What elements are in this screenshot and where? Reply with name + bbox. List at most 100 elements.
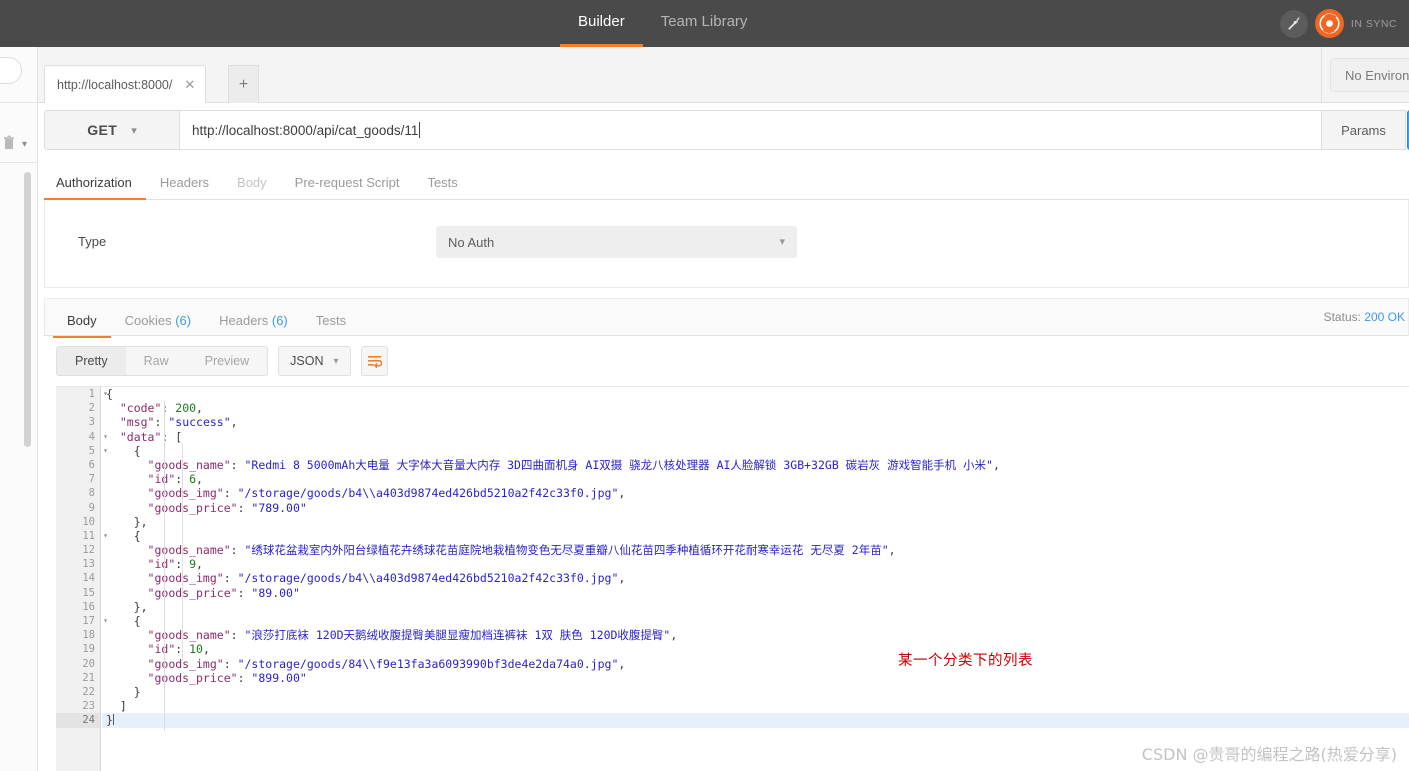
code-line: "msg": "success", <box>102 415 1409 429</box>
code-token: "goods_img" <box>147 486 224 501</box>
chevron-down-icon[interactable]: ▾ <box>22 139 27 150</box>
code-line: "goods_name": "浪莎打底袜 120D天鹅绒收腹提臀美腿显瘦加档连裤… <box>102 628 1409 642</box>
code-token: "code" <box>119 401 162 416</box>
code-token: "goods_price" <box>147 500 238 515</box>
line-number: 24 <box>56 713 100 728</box>
trash-icon[interactable] <box>2 135 16 151</box>
code-token: , <box>618 656 626 671</box>
request-tab-body[interactable]: Body <box>223 175 281 199</box>
close-icon[interactable]: ✕ <box>184 78 195 91</box>
url-input[interactable]: http://localhost:8000/api/cat_goods/11 <box>180 110 1322 150</box>
response-format-label: JSON <box>290 354 324 368</box>
word-wrap-icon[interactable] <box>360 346 388 376</box>
divider <box>1321 47 1322 103</box>
code-line: }, <box>102 515 1409 529</box>
view-mode-raw[interactable]: Raw <box>126 347 187 375</box>
view-mode-label: Raw <box>143 354 169 368</box>
satellite-dish-icon[interactable] <box>1279 9 1308 38</box>
line-number: 6 <box>88 458 95 471</box>
params-button[interactable]: Params <box>1322 110 1406 150</box>
chevron-down-icon: ▾ <box>131 124 137 137</box>
code-area[interactable]: { "code": 200, "msg": "success", "data":… <box>102 387 1409 771</box>
annotation-text: 某一个分类下的列表 <box>898 653 1033 669</box>
view-mode-label: Preview <box>204 354 250 368</box>
status-badge: Status: 200 OK <box>1324 310 1405 324</box>
code-token: "绣球花盆栽室内外阳台绿植花卉绣球花苗庭院地栽植物变色无尽夏重瓣八仙花苗四季种植… <box>244 543 889 558</box>
line-number: 2 <box>88 402 95 415</box>
code-token: : <box>223 571 238 586</box>
request-tab-label: Headers <box>159 175 210 190</box>
code-line: "goods_price": "789.00" <box>102 501 1409 515</box>
code-token: "goods_price" <box>147 585 238 600</box>
request-tab-headers[interactable]: Headers <box>146 175 223 199</box>
line-number: 22 <box>82 685 95 698</box>
code-line: "data": [ <box>102 430 1409 444</box>
auth-type-select[interactable]: No Auth ▾ <box>436 226 797 258</box>
top-nav-item-builder[interactable]: Builder <box>560 0 643 47</box>
code-token: { <box>106 387 113 401</box>
code-token: { <box>106 443 141 458</box>
request-tab[interactable]: http://localhost:8000/ ✕ <box>44 65 207 103</box>
environment-selector[interactable]: No Environment <box>1330 58 1409 92</box>
line-number: 16 <box>82 600 95 613</box>
postman-sync-icon[interactable] <box>1314 9 1344 38</box>
request-tab-authorization[interactable]: Authorization <box>44 175 146 200</box>
app-top-bar: Builder Team Library IN SYNC <box>0 0 1409 47</box>
response-tab-headers[interactable]: Headers (6) <box>205 313 302 337</box>
request-tab-pre-request-script[interactable]: Pre-request Script <box>281 175 414 199</box>
view-mode-pretty[interactable]: Pretty <box>57 347 126 375</box>
sync-status-area: IN SYNC <box>1279 0 1397 47</box>
code-line: "code": 200, <box>102 401 1409 415</box>
code-token: "/storage/goods/84\\f9e13fa3a6093990bf3d… <box>237 656 619 671</box>
code-token: : <box>223 486 238 501</box>
request-tab-tests[interactable]: Tests <box>413 175 471 199</box>
response-tab-tests[interactable]: Tests <box>302 313 360 337</box>
divider <box>0 102 37 103</box>
response-format-select[interactable]: JSON ▾ <box>278 346 351 376</box>
code-token: 6 <box>189 472 197 487</box>
response-tab-label: Cookies <box>124 313 172 328</box>
response-tab-count: (6) <box>171 313 192 328</box>
text-caret <box>419 122 421 138</box>
code-token: 9 <box>189 557 197 572</box>
line-number: 10 <box>82 515 95 528</box>
code-line: "goods_img": "/storage/goods/b4\\a403d98… <box>102 571 1409 585</box>
code-token: , <box>618 571 626 586</box>
new-tab-button[interactable]: + <box>228 65 259 103</box>
code-token: "msg" <box>119 415 155 430</box>
code-line: { <box>102 614 1409 628</box>
response-tab-body[interactable]: Body <box>53 313 111 338</box>
code-token: "id" <box>147 557 176 572</box>
sidebar-scrollbar[interactable] <box>24 172 31 447</box>
code-token: "goods_price" <box>147 670 238 685</box>
top-nav-item-team-library[interactable]: Team Library <box>643 0 766 47</box>
environment-label: No Environment <box>1345 67 1409 83</box>
response-tab-bar: Body Cookies (6) Headers (6) Tests Status: … <box>44 298 1409 338</box>
view-mode-preview[interactable]: Preview <box>187 347 267 375</box>
code-line: }, <box>102 600 1409 614</box>
search-input[interactable] <box>0 57 22 84</box>
code-line: ] <box>102 699 1409 713</box>
response-body-editor[interactable]: 1 ▾ 2 3 4 ▾ 5 ▾ 6 7 8 9 10 11 ▾ 12 13 14 15 16 17 ▾ 18 19 20 21 22… <box>56 386 1409 771</box>
line-number: 1 ▾ <box>88 388 108 400</box>
response-tabs: Body Cookies (6) Headers (6) Tests <box>53 299 360 338</box>
code-token: , <box>196 401 203 416</box>
line-number: 5 ▾ <box>88 444 108 457</box>
line-number: 11 ▾ <box>82 529 108 542</box>
http-method-selector[interactable]: GET ▾ <box>44 110 180 150</box>
request-tab-label: http://localhost:8000/ <box>57 77 173 92</box>
code-token: ] <box>106 699 127 714</box>
response-tab-label: Headers <box>219 313 269 328</box>
line-number: 12 <box>82 544 95 557</box>
response-tab-cookies[interactable]: Cookies (6) <box>111 313 205 337</box>
line-number: 18 <box>82 629 95 642</box>
code-line: { <box>102 529 1409 543</box>
code-token: 10 <box>189 642 203 657</box>
code-line: "goods_img": "/storage/goods/84\\f9e13fa… <box>102 657 1409 671</box>
